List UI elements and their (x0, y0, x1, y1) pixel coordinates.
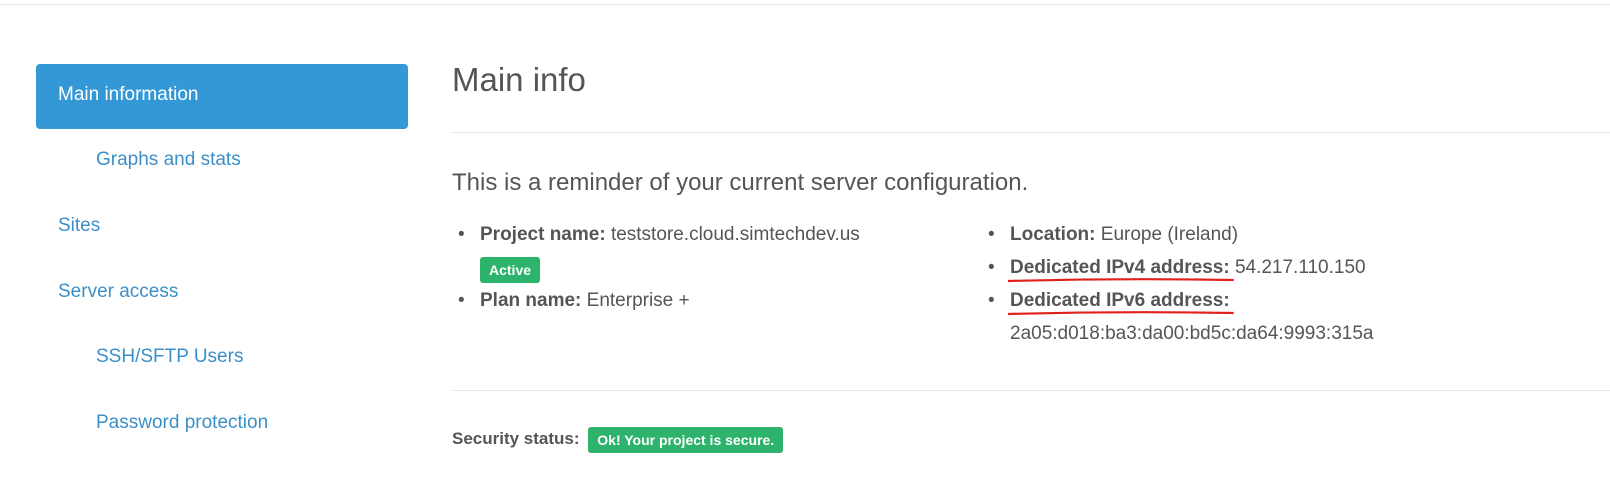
security-status: Security status: Ok! Your project is sec… (452, 426, 784, 453)
config-reminder-text: This is a reminder of your current serve… (452, 169, 1029, 196)
ipv6-item: Dedicated IPv6 address: 2a05:d018:ba3:da… (988, 284, 1570, 350)
sidebar-nav: Main information Graphs and stats Sites … (36, 64, 408, 434)
security-status-label: Security status: (452, 429, 580, 448)
red-underline-annotation (1008, 277, 1234, 283)
location-label: Location: (1010, 224, 1096, 245)
main-content: Main info This is a reminder of your cur… (452, 0, 1610, 477)
sidebar-item-ssh-sftp-users[interactable]: SSH/SFTP Users (36, 346, 408, 368)
project-name-value: teststore.cloud.simtechdev.us (610, 224, 860, 245)
ipv4-item: Dedicated IPv4 address: 54.217.110.150 (988, 251, 1570, 284)
server-info-list: Location: Europe (Ireland) Dedicated IPv… (988, 218, 1570, 350)
title-divider (452, 132, 1610, 133)
ipv4-label: Dedicated IPv4 address: (1010, 257, 1230, 278)
ipv4-value: 54.217.110.150 (1234, 257, 1366, 278)
red-underline-annotation (1008, 310, 1234, 316)
project-name-label: Project name: (480, 224, 606, 245)
plan-name-label: Plan name: (480, 290, 582, 311)
section-divider (452, 390, 1610, 391)
plan-name-item: Plan name: Enterprise + (458, 284, 960, 317)
sidebar-item-main-information[interactable]: Main information (36, 64, 408, 129)
ipv6-value: 2a05:d018:ba3:da00:bd5c:da64:9993:315a (1010, 323, 1374, 344)
security-status-badge: Ok! Your project is secure. (588, 426, 784, 453)
ipv6-label: Dedicated IPv6 address: (1010, 290, 1230, 311)
sidebar-item-graphs-and-stats[interactable]: Graphs and stats (36, 149, 408, 171)
plan-name-value: Enterprise + (586, 290, 690, 311)
page-title: Main info (452, 61, 586, 98)
location-value: Europe (Ireland) (1100, 224, 1239, 245)
project-info-list: Project name: teststore.cloud.simtechdev… (458, 218, 960, 317)
project-name-item: Project name: teststore.cloud.simtechdev… (458, 218, 960, 284)
location-item: Location: Europe (Ireland) (988, 218, 1570, 251)
status-badge: Active (480, 256, 541, 283)
sidebar-item-server-access[interactable]: Server access (36, 281, 408, 303)
sidebar-item-password-protection[interactable]: Password protection (36, 412, 408, 434)
sidebar-item-sites[interactable]: Sites (36, 215, 408, 237)
